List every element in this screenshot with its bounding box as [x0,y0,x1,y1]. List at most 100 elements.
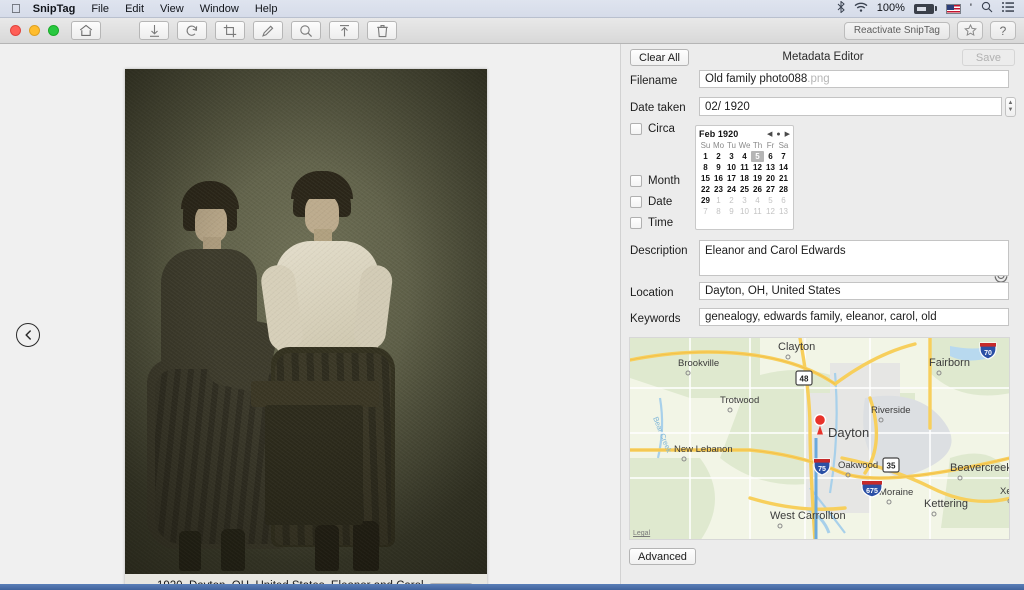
stepper-down-icon[interactable]: ▼ [1008,107,1014,114]
circa-checkbox[interactable] [630,123,642,135]
stepper-up-icon[interactable]: ▲ [1008,100,1014,107]
calendar-day[interactable]: 2 [725,195,738,206]
calendar-day[interactable]: 14 [777,162,790,173]
delete-button[interactable] [367,21,397,40]
menu-item-view[interactable]: View [160,3,184,15]
date-stepper[interactable]: ▲ ▼ [1005,97,1016,117]
battery-icon[interactable] [913,3,937,14]
calendar-day[interactable]: 9 [712,162,725,173]
minimize-button[interactable] [29,25,40,36]
apple-icon[interactable]:  [11,2,21,15]
calendar-day[interactable]: 22 [699,184,712,195]
import-button[interactable] [139,21,169,40]
time-checkbox-row[interactable]: Time [630,217,673,229]
calendar-day[interactable]: 10 [725,162,738,173]
description-input[interactable]: Eleanor and Carol Edwards [699,240,1009,276]
calendar-prev-icon[interactable]: ◀ [767,130,772,138]
rotate-button[interactable] [177,21,207,40]
calendar-weekday-row: Su Mo Tu We Th Fr Sa [699,140,790,151]
menu-item-app[interactable]: SnipTag [33,3,76,15]
zoom-tool-button[interactable] [291,21,321,40]
export-button[interactable] [329,21,359,40]
input-source-label[interactable]: ' [970,3,972,14]
calendar-day[interactable]: 4 [751,195,764,206]
calendar-day[interactable]: 25 [738,184,751,195]
photo-image[interactable] [125,69,487,574]
calendar-day[interactable]: 6 [777,195,790,206]
menu-item-help[interactable]: Help [255,3,278,15]
help-button[interactable]: ? [990,21,1016,40]
home-button[interactable] [71,21,101,40]
month-checkbox-row[interactable]: Month [630,175,680,187]
time-checkbox[interactable] [630,217,642,229]
calendar-next-icon[interactable]: ▶ [785,130,790,138]
zoom-button[interactable] [48,25,59,36]
location-map[interactable]: Clayton Brookville Fairborn Trotwood Riversi… [629,337,1010,540]
calendar-day[interactable]: 3 [725,151,738,162]
calendar-day[interactable]: 2 [712,151,725,162]
calendar-day[interactable]: 16 [712,173,725,184]
calendar-day[interactable]: 26 [751,184,764,195]
calendar-day[interactable]: 11 [738,162,751,173]
calendar-day[interactable]: 20 [764,173,777,184]
calendar-day[interactable]: 28 [777,184,790,195]
calendar-day[interactable]: 15 [699,173,712,184]
calendar-day[interactable]: 6 [764,151,777,162]
map-legal-link[interactable]: Legal [633,530,650,537]
reactivate-button[interactable]: Reactivate SnipTag [843,21,950,40]
calendar-day[interactable]: 10 [738,206,751,217]
calendar-day[interactable]: 5 [751,151,764,162]
calendar-day[interactable]: 21 [777,173,790,184]
bluetooth-icon[interactable] [837,0,845,16]
close-button[interactable] [10,25,21,36]
date-checkbox-row[interactable]: Date [630,196,672,208]
map-place-dot [1007,498,1009,504]
menu-item-file[interactable]: File [91,3,109,15]
location-input[interactable]: Dayton, OH, United States [699,282,1009,300]
calendar-day[interactable]: 19 [751,173,764,184]
calendar-day[interactable]: 12 [751,162,764,173]
us-flag-icon[interactable] [945,3,961,14]
calendar-day[interactable]: 7 [777,151,790,162]
favorite-button[interactable] [957,21,983,40]
calendar-day[interactable]: 1 [699,151,712,162]
calendar-day[interactable]: 7 [699,206,712,217]
calendar-day[interactable]: 3 [738,195,751,206]
calendar-day[interactable]: 17 [725,173,738,184]
control-center-icon[interactable] [1002,2,1014,15]
calendar-days-grid[interactable]: 1 2 3 4 5 6 7 8 9 10 11 12 13 14 15 16 17 18 19 20 21 22 23 24 2… [699,151,790,217]
calendar-day[interactable]: 13 [764,162,777,173]
menu-item-edit[interactable]: Edit [125,3,144,15]
menu-item-window[interactable]: Window [200,3,239,15]
calendar-day[interactable]: 24 [725,184,738,195]
save-button[interactable]: Save [961,49,1015,66]
calendar-day[interactable]: 12 [764,206,777,217]
calendar-day[interactable]: 23 [712,184,725,195]
calendar-day[interactable]: 27 [764,184,777,195]
month-checkbox[interactable] [630,175,642,187]
calendar-day[interactable]: 8 [699,162,712,173]
calendar-day[interactable]: 11 [751,206,764,217]
calendar-day[interactable]: 1 [712,195,725,206]
calendar-day[interactable]: 18 [738,173,751,184]
filename-input[interactable]: Old family photo088 .png [699,70,1009,88]
calendar-today-icon[interactable]: ● [776,131,780,138]
date-checkbox[interactable] [630,196,642,208]
calendar-day[interactable]: 8 [712,206,725,217]
date-picker-calendar[interactable]: Feb 1920 ◀ ● ▶ Su Mo Tu We Th Fr Sa 1234567891… [695,125,794,230]
crop-button[interactable] [215,21,245,40]
calendar-day[interactable]: 4 [738,151,751,162]
advanced-button[interactable]: Advanced [629,548,696,565]
calendar-day[interactable]: 13 [777,206,790,217]
previous-photo-button[interactable] [16,323,40,347]
annotate-button[interactable] [253,21,283,40]
calendar-day[interactable]: 9 [725,206,738,217]
circa-checkbox-row[interactable]: Circa [630,123,675,135]
date-taken-input[interactable]: 02/ 1920 [699,97,1002,116]
calendar-day[interactable]: 29 [699,195,712,206]
search-icon[interactable] [981,1,993,16]
keywords-input[interactable]: genealogy, edwards family, eleanor, caro… [699,308,1009,326]
wifi-icon[interactable] [854,2,868,16]
calendar-day[interactable]: 5 [764,195,777,206]
circa-label: Circa [648,123,675,135]
